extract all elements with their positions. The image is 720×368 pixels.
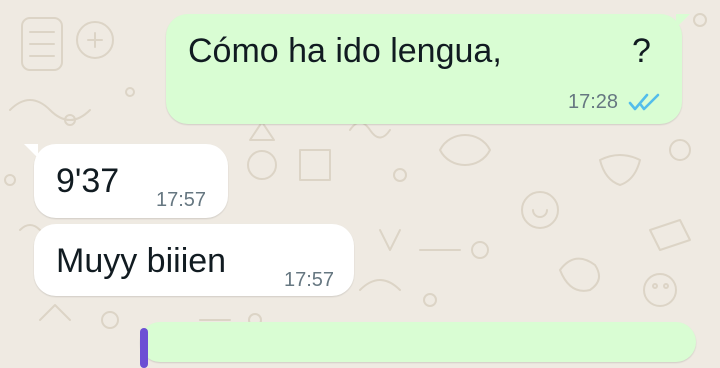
outgoing-message-bubble[interactable]: Cómo ha ido lengua, ? 17:28 [166, 14, 682, 124]
double-check-icon [628, 93, 660, 111]
message-text: Muyy biiien [56, 242, 227, 280]
message-timestamp: 17:28 [568, 91, 619, 113]
incoming-message-bubble[interactable]: Muyy biiien 17:57 [34, 224, 354, 296]
quote-accent-bar [140, 328, 148, 368]
incoming-message-bubble[interactable]: 9'37 17:57 [34, 144, 228, 218]
message-timestamp: 17:57 [284, 269, 335, 291]
message-text: Cómo ha ido lengua, [188, 32, 502, 70]
outgoing-bubble-tail [676, 14, 690, 28]
outgoing-message-bubble-partial[interactable] [140, 322, 696, 368]
message-text-end: ? [632, 32, 651, 70]
redacted-name [548, 28, 630, 72]
message-timestamp: 17:57 [156, 189, 207, 211]
incoming-bubble-tail [24, 144, 38, 158]
message-text: 9'37 [56, 162, 120, 200]
